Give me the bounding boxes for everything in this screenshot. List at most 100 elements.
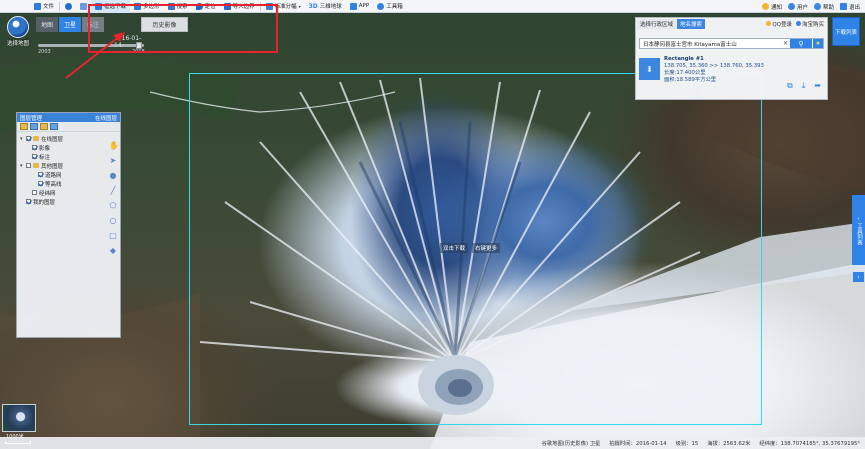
layer-tree-label: 其他图层 xyxy=(41,163,64,170)
scale-label: 1000米 xyxy=(6,434,24,440)
clear-icon[interactable]: ✕ xyxy=(781,39,790,48)
qq-icon xyxy=(766,21,772,26)
layer-checkbox[interactable] xyxy=(26,163,31,168)
layer-checkbox[interactable] xyxy=(32,145,37,150)
open-folder-icon[interactable] xyxy=(20,123,28,130)
toolbar-exit[interactable]: 退出 xyxy=(837,0,863,13)
tool-list-side-tab[interactable]: ‹ 工具列表 xyxy=(852,195,865,265)
tab-place-search[interactable]: 地名搜索 xyxy=(677,18,706,29)
map-selector[interactable]: 选择地图 xyxy=(4,16,32,48)
timeline-start-year: 2003 xyxy=(38,49,51,55)
rectangle-tool-icon[interactable]: □ xyxy=(109,232,117,240)
dblclick-download-hint: 双击下载 xyxy=(440,243,469,253)
status-coordinates: 经纬度：138.7074185°, 35.37679195° xyxy=(759,441,860,447)
tab-map[interactable]: 地图 xyxy=(36,17,59,32)
toolbar-3d-earth[interactable]: 3D 三维地球 xyxy=(305,0,346,13)
annotation-highlight-box xyxy=(88,4,278,53)
toolbar-help[interactable]: 帮助 xyxy=(811,0,837,13)
layer-tree-item[interactable]: 影像 xyxy=(20,143,117,152)
search-panel-links: QQ登录 淘宝购买 xyxy=(766,20,827,28)
result-width: 长度:17.400公里 xyxy=(664,70,706,76)
toolbar-toolbox[interactable]: 工具箱 xyxy=(373,0,407,13)
notice-icon xyxy=(761,3,769,10)
save-icon[interactable] xyxy=(30,123,38,130)
download-icon[interactable]: ⤓ xyxy=(802,81,806,91)
folder-icon[interactable] xyxy=(40,123,48,130)
layer-tree-item[interactable]: 等高线 xyxy=(20,179,117,188)
scale-bar xyxy=(5,441,31,444)
layer-checkbox[interactable] xyxy=(32,190,37,195)
circle-tool-icon[interactable]: ○ xyxy=(109,217,117,225)
layer-tree-label: 在线图层 xyxy=(41,136,64,143)
toolbar-file[interactable]: 文件 xyxy=(30,0,58,13)
layer-tree-item[interactable]: ▾ 在线图层 xyxy=(20,134,117,143)
layer-tree-item[interactable]: 标注 xyxy=(20,152,117,161)
toolbar-help-label: 帮助 xyxy=(822,4,834,11)
search-icon[interactable] xyxy=(50,123,58,130)
hand-tool-icon[interactable]: ✋ xyxy=(109,142,119,150)
place-search-input[interactable] xyxy=(640,39,781,48)
tab-select-region[interactable]: 选择行政区域 xyxy=(637,18,677,29)
status-bar: 谷歌地图(历史影像) 卫星 拍摄时间：2016-01-14 级别：15 海拔：2… xyxy=(0,437,865,449)
layer-checkbox[interactable] xyxy=(32,154,37,159)
taobao-buy-link[interactable]: 淘宝购买 xyxy=(795,20,824,28)
layer-tree-label: 影像 xyxy=(39,145,51,152)
favorite-icon[interactable]: ★ xyxy=(813,39,823,48)
eraser-tool-icon[interactable]: ◆ xyxy=(109,247,117,255)
result-area: 面积:18.589平方公里 xyxy=(664,77,717,83)
layer-tree-item[interactable]: 我的图层 xyxy=(20,197,117,206)
search-button[interactable]: ⚲ xyxy=(790,39,812,48)
search-result-text: Rectangle #1 138.705, 35.360 >> 138.760,… xyxy=(664,56,764,90)
edit-icon[interactable]: ⧉ xyxy=(787,81,793,91)
chevron-down-icon: ▾ xyxy=(298,3,301,9)
line-tool-icon[interactable]: ╱ xyxy=(109,187,117,195)
toolbar-app-label: APP xyxy=(358,3,370,9)
collapse-arrow-icon[interactable]: ‹ xyxy=(853,272,864,282)
result-actions: ⧉ ⤓ ➦ xyxy=(787,81,821,91)
toolbar-notice[interactable]: 通知 xyxy=(759,0,785,13)
draw-tools: ✋ ➤ ● ╱ ⬠ ○ □ ◆ xyxy=(107,142,119,255)
3d-icon: 3D xyxy=(308,2,318,10)
tool-list-label: 工具列表 xyxy=(856,222,862,245)
right-click-more-hint: 右键更多 xyxy=(472,243,501,253)
toolbar-exit-label: 退出 xyxy=(848,4,860,11)
polygon-tool-icon[interactable]: ⬠ xyxy=(109,202,117,210)
toolbar-app[interactable]: APP xyxy=(346,0,373,13)
expand-caret-icon[interactable]: ▾ xyxy=(20,163,24,169)
qq-login-label: QQ登录 xyxy=(772,21,792,28)
layer-checkbox[interactable] xyxy=(26,199,31,204)
toolbar-notice-label: 通知 xyxy=(770,4,782,11)
status-zoom-level: 级别：15 xyxy=(675,441,699,447)
layer-tree: ▾ 在线图层影像 标注 ▾ 其他图层 道路网 等高线 经纬网 我的图层 xyxy=(17,132,120,208)
search-panel: 选择行政区域 地名搜索 QQ登录 淘宝购买 ✕ ⚲ ★ ⬇ Rectangle … xyxy=(635,17,828,100)
chevron-left-icon: ‹ xyxy=(857,215,860,222)
layer-panel: 图层管理 在线图层 ▾ 在线图层影像 标注 ▾ 其他图层 道路网 等高线 经纬网 我的图层 xyxy=(16,112,121,338)
toolbar-user[interactable]: 用户 xyxy=(785,0,811,13)
online-layer-link[interactable]: 在线图层 xyxy=(95,114,117,122)
taobao-icon xyxy=(795,21,801,26)
qq-login-link[interactable]: QQ登录 xyxy=(766,20,792,28)
layer-tree-item[interactable]: 道路网 xyxy=(20,170,117,179)
overview-minimap[interactable] xyxy=(2,404,36,432)
app-icon xyxy=(349,2,357,10)
download-list-button[interactable]: 下载列表 xyxy=(832,17,860,46)
layer-panel-title: 图层管理 xyxy=(20,115,43,122)
exit-icon xyxy=(839,3,847,10)
place-search-box: ✕ ⚲ ★ xyxy=(639,38,824,49)
toolbar-right: 通知 用户 帮助 退出 xyxy=(759,0,863,13)
layer-checkbox[interactable] xyxy=(38,181,43,186)
cursor-tool-icon[interactable]: ➤ xyxy=(109,157,117,165)
share-icon[interactable]: ➦ xyxy=(814,81,821,91)
toolbar-divider xyxy=(59,1,61,11)
toolbar-toolbox-label: 工具箱 xyxy=(386,4,403,10)
toolbar-search[interactable] xyxy=(61,0,76,13)
layer-checkbox[interactable] xyxy=(26,136,31,141)
marker-tool-icon[interactable]: ● xyxy=(109,172,117,180)
layer-tree-item[interactable]: 经纬网 xyxy=(20,188,117,197)
expand-caret-icon[interactable]: ▾ xyxy=(20,136,24,142)
layer-checkbox[interactable] xyxy=(38,172,43,177)
layer-tree-item[interactable]: ▾ 其他图层 xyxy=(20,161,117,170)
layer-panel-header: 图层管理 在线图层 xyxy=(17,113,120,122)
tab-satellite[interactable]: 卫星 xyxy=(59,17,82,32)
result-title: Rectangle #1 xyxy=(664,56,704,62)
